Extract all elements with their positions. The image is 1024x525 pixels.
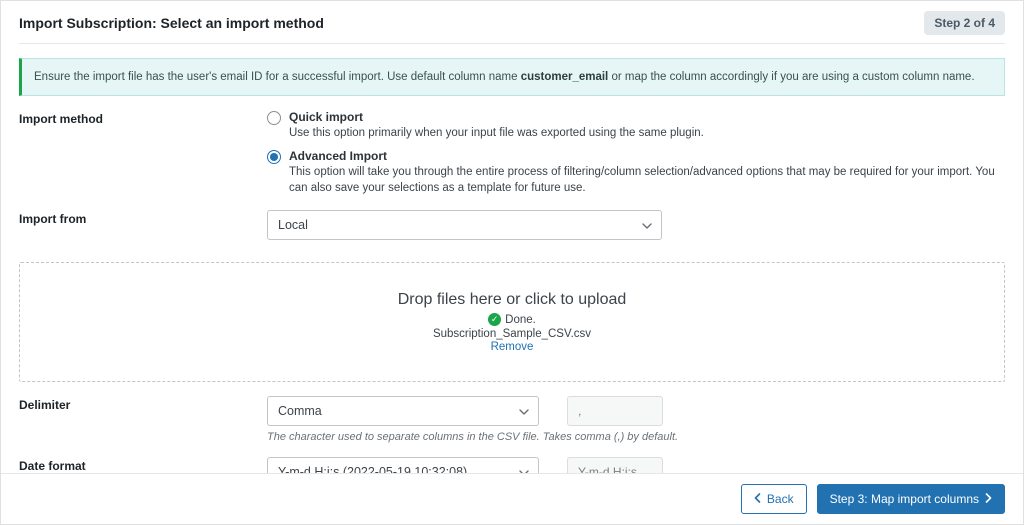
upload-status: ✓ Done. bbox=[488, 313, 536, 326]
radio-advanced-import[interactable]: Advanced Import This option will take yo… bbox=[267, 149, 1005, 196]
label-import-from: Import from bbox=[19, 210, 267, 226]
chevron-right-icon bbox=[985, 492, 992, 506]
row-delimiter: Delimiter Comma , The character used to … bbox=[19, 396, 1005, 443]
radio-title-advanced: Advanced Import bbox=[289, 149, 387, 163]
select-import-from[interactable]: Local bbox=[267, 210, 662, 240]
label-import-method: Import method bbox=[19, 110, 267, 126]
page-title: Import Subscription: Select an import me… bbox=[19, 15, 324, 31]
info-text-bold: customer_email bbox=[521, 71, 609, 83]
wizard-footer: Back Step 3: Map import columns bbox=[1, 473, 1023, 524]
info-banner: Ensure the import file has the user's em… bbox=[19, 58, 1005, 96]
row-import-method: Import method Quick import Use this opti… bbox=[19, 110, 1005, 196]
select-import-from-value: Local bbox=[278, 218, 308, 232]
select-delimiter-value: Comma bbox=[278, 404, 322, 418]
radio-title-quick: Quick import bbox=[289, 110, 363, 124]
dropzone-title: Drop files here or click to upload bbox=[398, 291, 627, 309]
radio-desc-advanced: This option will take you through the en… bbox=[289, 164, 1005, 196]
delimiter-hint: The character used to separate columns i… bbox=[267, 431, 1005, 443]
radio-input-advanced[interactable] bbox=[267, 150, 281, 164]
uploaded-filename: Subscription_Sample_CSV.csv bbox=[433, 328, 591, 340]
radio-input-quick[interactable] bbox=[267, 111, 281, 125]
select-delimiter[interactable]: Comma bbox=[267, 396, 539, 426]
back-button-label: Back bbox=[767, 492, 794, 506]
form-content: Import method Quick import Use this opti… bbox=[1, 110, 1023, 258]
radio-quick-import[interactable]: Quick import Use this option primarily w… bbox=[267, 110, 1005, 141]
page-header: Import Subscription: Select an import me… bbox=[1, 1, 1023, 43]
info-text-pre: Ensure the import file has the user's em… bbox=[34, 71, 521, 83]
label-date-format: Date format bbox=[19, 457, 267, 473]
import-subscription-page: Import Subscription: Select an import me… bbox=[0, 0, 1024, 525]
chevron-down-icon bbox=[642, 218, 652, 232]
chevron-down-icon bbox=[519, 404, 529, 418]
remove-file-link[interactable]: Remove bbox=[491, 341, 534, 353]
back-button[interactable]: Back bbox=[741, 484, 807, 514]
upload-done-text: Done. bbox=[505, 314, 536, 326]
row-import-from: Import from Local bbox=[19, 210, 1005, 240]
label-delimiter: Delimiter bbox=[19, 396, 267, 412]
file-dropzone[interactable]: Drop files here or click to upload ✓ Don… bbox=[19, 262, 1005, 382]
delimiter-char-preview: , bbox=[567, 396, 663, 426]
chevron-left-icon bbox=[754, 492, 761, 506]
check-icon: ✓ bbox=[488, 313, 501, 326]
info-text-post: or map the column accordingly if you are… bbox=[608, 71, 974, 83]
step-indicator: Step 2 of 4 bbox=[924, 11, 1005, 35]
header-divider bbox=[19, 43, 1005, 44]
next-button[interactable]: Step 3: Map import columns bbox=[817, 484, 1005, 514]
radio-desc-quick: Use this option primarily when your inpu… bbox=[289, 125, 704, 141]
next-button-label: Step 3: Map import columns bbox=[830, 492, 979, 506]
